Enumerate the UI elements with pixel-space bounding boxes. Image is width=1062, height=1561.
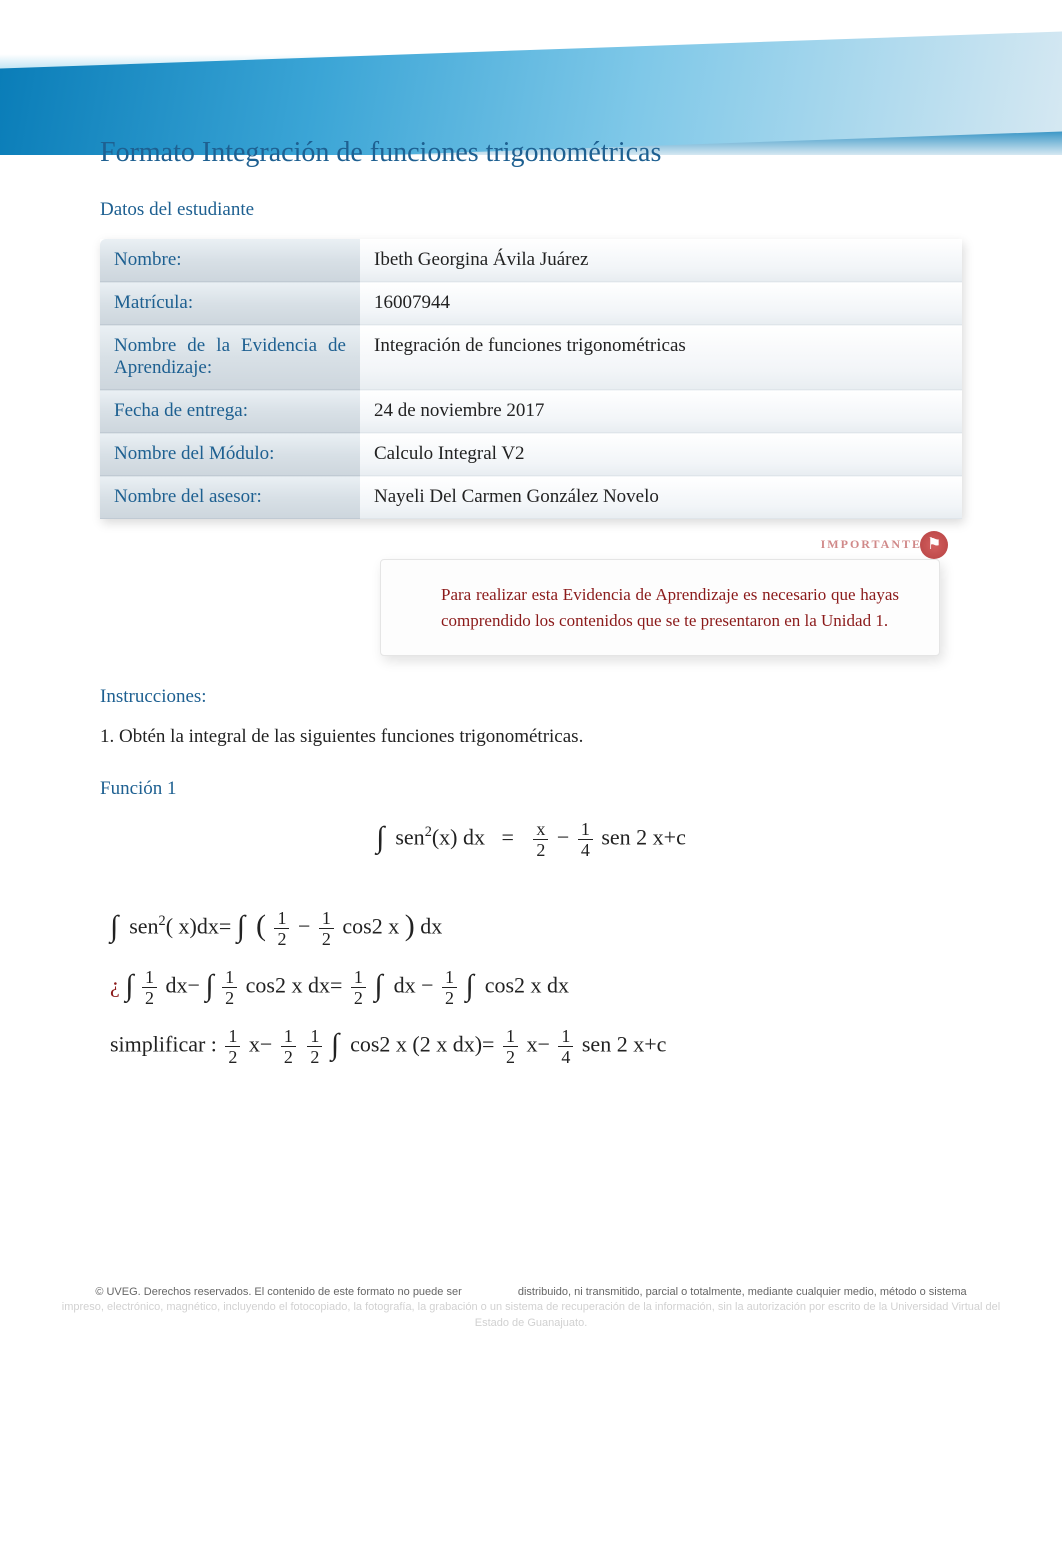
frac-num: x <box>533 820 548 839</box>
equation-step-1: ∫ sen2( x)dx= ∫ ( 12 − 12 cos2 x ) dx <box>110 909 962 948</box>
math-equals: = <box>502 825 514 850</box>
frac-den: 2 <box>442 987 457 1007</box>
math-text: x− <box>249 1032 272 1057</box>
footer-line-1a: © UVEG. Derechos reservados. El contenid… <box>95 1286 461 1298</box>
row-value: Calculo Integral V2 <box>360 433 962 476</box>
math-text: sen 2 x+c <box>582 1032 667 1057</box>
frac-den: 2 <box>351 987 366 1007</box>
row-label: Nombre del asesor: <box>100 476 360 519</box>
frac-den: 2 <box>225 1046 240 1066</box>
frac-num: 1 <box>274 909 289 928</box>
frac-num: 1 <box>351 968 366 987</box>
frac-den: 4 <box>558 1046 573 1066</box>
row-value: Integración de funciones trigonométricas <box>360 325 962 390</box>
math-text: dx <box>165 973 187 998</box>
frac-num: 1 <box>281 1027 296 1046</box>
math-exp: 2 <box>425 824 432 840</box>
instructions-heading: Instrucciones: <box>100 686 962 708</box>
math-text: (x) dx <box>432 825 485 850</box>
math-text: sen 2 x+c <box>601 825 686 850</box>
math-op: − <box>187 973 199 998</box>
row-label: Nombre del Módulo: <box>100 433 360 476</box>
frac-den: 2 <box>222 987 237 1007</box>
table-row: Matrícula: 16007944 <box>100 282 962 325</box>
frac-den: 2 <box>274 928 289 948</box>
frac-den: 2 <box>319 928 334 948</box>
row-value: Ibeth Georgina Ávila Juárez <box>360 239 962 282</box>
frac-num: 1 <box>558 1027 573 1046</box>
math-qmark: ¿ <box>110 973 120 998</box>
footer-line-2: impreso, electrónico, magnético, incluye… <box>62 1301 1000 1328</box>
table-row: Nombre de la Evidencia de Aprendizaje: I… <box>100 325 962 390</box>
important-note-text: Para realizar esta Evidencia de Aprendiz… <box>441 582 899 633</box>
frac-num: 1 <box>142 968 157 987</box>
frac-den: 2 <box>281 1046 296 1066</box>
important-note-box: IMPORTANTE Para realizar esta Evidencia … <box>380 559 940 656</box>
frac-num: 1 <box>319 909 334 928</box>
row-label: Matrícula: <box>100 282 360 325</box>
footer-copyright: © UVEG. Derechos reservados. El contenid… <box>60 1285 1002 1331</box>
flag-icon <box>920 531 948 559</box>
frac-num: 1 <box>225 1027 240 1046</box>
footer-line-1b: distribuido, ni transmitido, parcial o t… <box>518 1286 967 1298</box>
student-data-table: Nombre: Ibeth Georgina Ávila Juárez Matr… <box>100 239 962 519</box>
frac-den: 2 <box>533 839 548 859</box>
math-text: ( x)dx= <box>166 914 232 939</box>
row-label: Nombre de la Evidencia de Aprendizaje: <box>100 325 360 390</box>
row-label: Nombre: <box>100 239 360 282</box>
important-label: IMPORTANTE <box>821 537 922 552</box>
math-exp: 2 <box>159 913 166 929</box>
math-text: cos2 x dx <box>485 973 569 998</box>
frac-num: 1 <box>222 968 237 987</box>
math-text: dx − <box>394 973 434 998</box>
equation-result: ∫ sen2(x) dx = x2 − 14 sen 2 x+c <box>100 820 962 859</box>
row-value: Nayeli Del Carmen González Novelo <box>360 476 962 519</box>
math-text: cos2 x (2 x dx)= <box>350 1032 494 1057</box>
frac-den: 2 <box>142 987 157 1007</box>
student-data-heading: Datos del estudiante <box>100 199 962 221</box>
frac-num: 1 <box>578 820 593 839</box>
frac-den: 2 <box>503 1046 518 1066</box>
instruction-text: 1. Obtén la integral de las siguientes f… <box>100 726 962 748</box>
header-banner <box>0 0 1062 155</box>
frac-num: 1 <box>503 1027 518 1046</box>
document-title: Formato Integración de funciones trigono… <box>100 137 962 169</box>
row-value: 16007944 <box>360 282 962 325</box>
math-text: x− <box>526 1032 549 1057</box>
math-text: cos2 x <box>342 914 399 939</box>
math-op: − <box>298 914 310 939</box>
equation-step-3: simplificar : 12 x− 12 12 ∫ cos2 x (2 x … <box>110 1027 962 1066</box>
frac-num: 1 <box>307 1027 322 1046</box>
table-row: Nombre del asesor: Nayeli Del Carmen Gon… <box>100 476 962 519</box>
math-op: − <box>557 825 569 850</box>
frac-num: 1 <box>442 968 457 987</box>
frac-den: 4 <box>578 839 593 859</box>
frac-den: 2 <box>307 1046 322 1066</box>
row-value: 24 de noviembre 2017 <box>360 390 962 433</box>
math-text: cos2 x dx= <box>246 973 343 998</box>
table-row: Fecha de entrega: 24 de noviembre 2017 <box>100 390 962 433</box>
math-text: sen <box>395 825 424 850</box>
equation-step-2: ¿ ∫ 12 dx− ∫ 12 cos2 x dx= 12 ∫ dx − 12 … <box>110 968 962 1007</box>
math-text: sen <box>129 914 158 939</box>
row-label: Fecha de entrega: <box>100 390 360 433</box>
function-1-heading: Función 1 <box>100 778 962 800</box>
math-text: simplificar : <box>110 1032 217 1057</box>
table-row: Nombre del Módulo: Calculo Integral V2 <box>100 433 962 476</box>
math-text: dx <box>420 914 442 939</box>
table-row: Nombre: Ibeth Georgina Ávila Juárez <box>100 239 962 282</box>
